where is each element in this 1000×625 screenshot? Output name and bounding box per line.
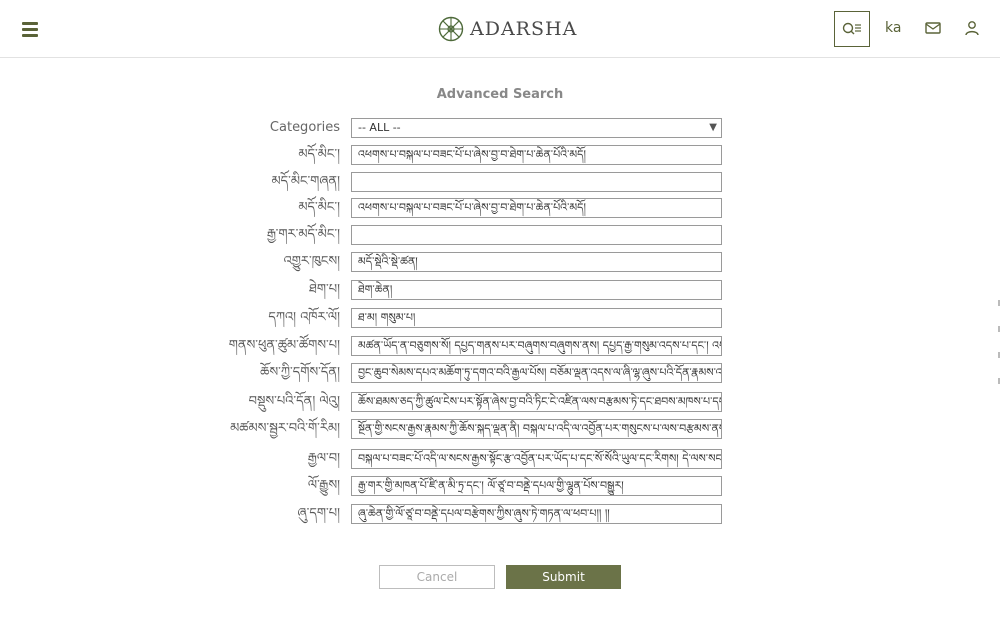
text-field[interactable]: འཕགས་པ་བསྐལ་པ་བཟང་པོ་པ་ཞེས་བྱ་བ་ཐེག་པ་ཆེ…: [351, 198, 722, 218]
form-row: ལོ་རྒྱུས། རྒྱ་གར་གྱི་མཁན་པོ་ཛི་ན་མི་ཏྲ་དང…: [0, 476, 1000, 496]
field-label: ཆོས་ཀྱི་དགོས་དོན།: [260, 365, 340, 380]
form-row: མདོ་མིང་། འཕགས་པ་བསྐལ་པ་བཟང་པོ་པ་ཞེས་བྱ་བ…: [0, 198, 1000, 218]
form-row: འགྱུར་ཁུངས། མདོ་སྡེའི་སྡེ་ཚན།: [0, 252, 1000, 272]
field-label: ཞུ་དག་པ།: [297, 506, 340, 521]
submit-button[interactable]: Submit: [506, 565, 621, 589]
mail-icon[interactable]: [925, 21, 941, 35]
text-field[interactable]: ཞུ་ཆེན་གྱི་ལོ་ཙཱ་བ་བནྡེ་དཔལ་བརྩེགས་ཀྱིས་…: [351, 504, 722, 524]
search-filter-icon: [842, 22, 861, 35]
form-row: དཀའ། འཁོར་ལོ། ཐ་མ། གསུམ་པ།: [0, 308, 1000, 328]
form-row: མདོ་མིང་གཞན།: [0, 172, 1000, 192]
text-field[interactable]: བྱང་ཆུབ་སེམས་དཔའ་མཆོག་ཏུ་དགའ་བའི་རྒྱལ་པོ…: [351, 363, 722, 383]
field-label: ཐེག་པ།: [309, 282, 340, 297]
hamburger-menu-icon[interactable]: [22, 22, 38, 37]
field-label: མདོ་མིང་།: [298, 200, 340, 215]
categories-selected-value: -- ALL --: [358, 121, 401, 134]
text-field[interactable]: བསྐལ་པ་བཟང་པོ་འདི་ལ་སངས་རྒྱས་སྟོང་རྩ་འབྱ…: [351, 449, 722, 469]
categories-select[interactable]: -- ALL -- ▼: [351, 118, 722, 138]
field-label-categories: Categories: [269, 120, 340, 135]
top-navbar: ADARSHA ka: [0, 0, 1000, 58]
form-row: ཆོས་ཀྱི་དགོས་དོན། བྱང་ཆུབ་སེམས་དཔའ་མཆོག་ཏ…: [0, 363, 1000, 383]
form-row: མཚམས་སྦྱར་བའི་གོ་རིམ། སྔོན་གྱི་སངས་རྒྱས་ར…: [0, 419, 1000, 439]
dropdown-arrow-icon: ▼: [709, 122, 717, 133]
field-label: མདོ་མིང་།: [298, 147, 340, 162]
field-label: རྒྱལ་བ།: [307, 451, 340, 466]
text-field[interactable]: མཚན་ཡོད་ན་བཅུགས་སོ། དཔྱད་གནས་པར་བཞུགས་བཞ…: [351, 336, 722, 356]
text-field[interactable]: མདོ་སྡེའི་སྡེ་ཚན།: [351, 252, 722, 272]
field-label: བསྡུས་པའི་དོན། ལེའུ།: [248, 394, 340, 409]
field-label: རྒྱ་གར་མདོ་མིང་།: [266, 227, 340, 242]
field-label: མདོ་མིང་གཞན།: [271, 174, 340, 189]
text-field[interactable]: རྒྱ་གར་གྱི་མཁན་པོ་ཛི་ན་མི་ཏྲ་དང་། ལོ་ཙཱ་…: [351, 476, 722, 496]
form-row: ཞུ་དག་པ། ཞུ་ཆེན་གྱི་ལོ་ཙཱ་བ་བནྡེ་དཔལ་བརྩེ…: [0, 504, 1000, 524]
user-icon[interactable]: [964, 20, 980, 36]
form-row: གནས་ཕུན་ཚུམ་ཚོགས་པ། མཚན་ཡོད་ན་བཅུགས་སོ། ད…: [0, 336, 1000, 356]
text-field[interactable]: འཕགས་པ་བསྐལ་པ་བཟང་པོ་པ་ཞེས་བྱ་བ་ཐེག་པ་ཆེ…: [351, 145, 722, 165]
page-title: Advanced Search: [436, 87, 564, 102]
form-row-categories: Categories -- ALL -- ▼: [0, 118, 1000, 138]
field-label: དཀའ། འཁོར་ལོ།: [268, 310, 340, 325]
language-toggle[interactable]: ka: [885, 20, 901, 36]
field-label: མཚམས་སྦྱར་བའི་གོ་རིམ།: [230, 421, 340, 436]
form-row: བསྡུས་པའི་དོན། ལེའུ། ཆོས་ཐམས་ཅད་ཀྱི་ཚུལ་ང…: [0, 392, 1000, 412]
text-field[interactable]: སྔོན་གྱི་སངས་རྒྱས་རྣམས་ཀྱི་ཆོས་སྐད་ལྡན་ན…: [351, 419, 722, 439]
dharma-wheel-icon: [438, 16, 464, 42]
text-field[interactable]: ཆོས་ཐམས་ཅད་ཀྱི་ཚུལ་ངེས་པར་སྟོན་ཞེས་བྱ་བའ…: [351, 392, 722, 412]
text-field[interactable]: [351, 225, 722, 245]
brand-name: ADARSHA: [470, 18, 578, 40]
cancel-button[interactable]: Cancel: [379, 565, 495, 589]
field-label: གནས་ཕུན་ཚུམ་ཚོགས་པ།: [228, 338, 340, 353]
form-row: རྒྱལ་བ། བསྐལ་པ་བཟང་པོ་འདི་ལ་སངས་རྒྱས་སྟོང…: [0, 449, 1000, 469]
text-field[interactable]: ཐ་མ། གསུམ་པ།: [351, 308, 722, 328]
field-label: འགྱུར་ཁུངས།: [283, 254, 340, 269]
advanced-search-toggle[interactable]: [834, 11, 870, 47]
form-row: ཐེག་པ། ཐེག་ཆེན།: [0, 280, 1000, 300]
field-label: ལོ་རྒྱུས།: [307, 478, 340, 493]
text-field[interactable]: ཐེག་ཆེན།: [351, 280, 722, 300]
text-field[interactable]: [351, 172, 722, 192]
form-row: མདོ་མིང་། འཕགས་པ་བསྐལ་པ་བཟང་པོ་པ་ཞེས་བྱ་བ…: [0, 145, 1000, 165]
brand-logo-link[interactable]: ADARSHA: [438, 15, 577, 43]
form-row: རྒྱ་གར་མདོ་མིང་།: [0, 225, 1000, 245]
